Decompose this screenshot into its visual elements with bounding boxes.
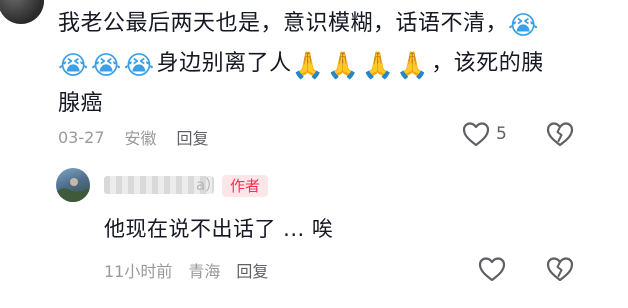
comment-text-segment: 身边别离了人 xyxy=(156,51,292,76)
dislike-button[interactable] xyxy=(546,256,574,282)
crying-emoji-icon: 😭 xyxy=(58,51,89,81)
like-button[interactable] xyxy=(478,256,506,282)
comment-date: 03-27 xyxy=(58,127,105,147)
broken-heart-icon xyxy=(546,121,574,147)
reply-location: 青海 xyxy=(188,262,221,281)
reply-button[interactable]: 回复 xyxy=(236,258,268,282)
heart-icon xyxy=(462,121,490,147)
like-count: 5 xyxy=(496,124,507,144)
reply-text: 他现在说不出话了 ... 唉 xyxy=(104,217,334,241)
comment-text-segment: ，该死的胰 xyxy=(431,51,544,76)
reply-meta: 11小时前 青海 回复 xyxy=(104,258,268,282)
comment-text: 我老公最后两天也是，意识模糊，话语不清，😭 😭😭😭身边别离了人🙏🙏🙏🙏，该死的胰… xyxy=(58,4,606,124)
praying-hands-emoji-icon: 🙏 xyxy=(361,51,395,81)
username-tail: a） xyxy=(196,176,221,194)
praying-hands-emoji-icon: 🙏 xyxy=(326,51,360,81)
reply-button[interactable]: 回复 xyxy=(177,125,209,149)
crying-emoji-icon: 😭 xyxy=(90,51,122,81)
comment-meta: 03-27 安徽 回复 xyxy=(58,124,209,150)
comment-line-3: 腺癌 xyxy=(58,84,606,124)
avatar[interactable] xyxy=(56,168,90,202)
praying-hands-emoji-icon: 🙏 xyxy=(291,51,325,81)
avatar[interactable] xyxy=(0,0,44,24)
praying-hands-emoji-icon: 🙏 xyxy=(396,51,430,81)
crying-emoji-icon: 😭 xyxy=(123,51,155,81)
comment-location: 安徽 xyxy=(124,129,157,148)
heart-icon xyxy=(478,256,506,282)
comment-text-segment: 腺癌 xyxy=(58,91,104,116)
reply-time: 11小时前 xyxy=(104,262,173,281)
dislike-button[interactable] xyxy=(546,121,574,147)
comment-text-segment: 我老公最后两天也是，意识模糊，话语不清， xyxy=(58,11,509,36)
broken-heart-icon xyxy=(546,256,574,282)
comment-line-2: 😭😭😭身边别离了人🙏🙏🙏🙏，该死的胰 xyxy=(58,44,606,84)
author-badge: 作者 xyxy=(222,175,269,197)
crying-emoji-icon: 😭 xyxy=(508,11,539,41)
comment-line-1: 我老公最后两天也是，意识模糊，话语不清，😭 xyxy=(58,4,606,44)
like-button[interactable]: 5 xyxy=(462,121,507,147)
